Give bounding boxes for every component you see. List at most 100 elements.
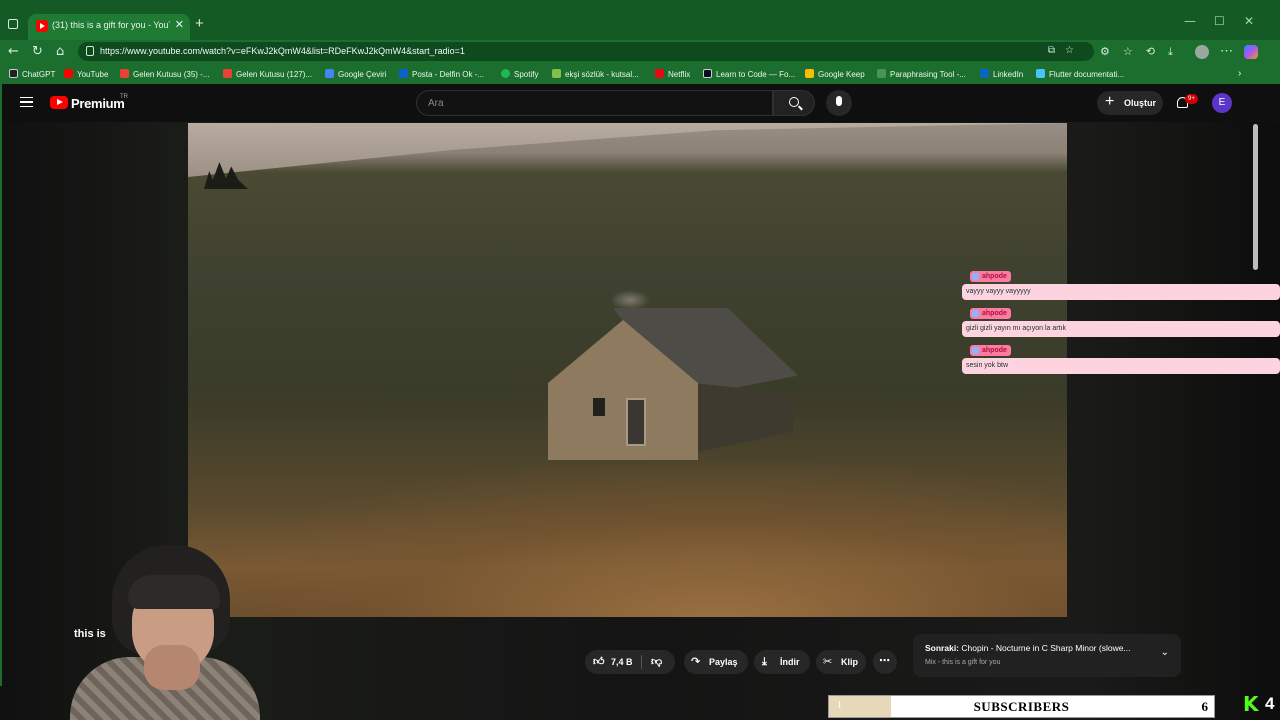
bookmark-item[interactable]: YouTube [64, 69, 108, 79]
menu-icon[interactable] [20, 97, 33, 107]
bookmark-item[interactable]: Gelen Kutusu (35) -... [120, 69, 209, 79]
search-icon [789, 97, 799, 107]
next-up-title: Sonraki: Chopin - Nocturne in C Sharp Mi… [925, 643, 1147, 653]
new-tab-button[interactable]: + [195, 15, 204, 32]
window-border [0, 84, 2, 686]
video-house-door [626, 398, 646, 446]
next-up-playlist: Mix - this is a gift for you [925, 659, 1001, 666]
bookmark-favicon-icon [552, 69, 561, 78]
download-icon: ⤓ [762, 655, 767, 668]
tab-bar [0, 10, 1280, 40]
bookmark-item[interactable]: Posta - Delfin Ok -... [399, 69, 484, 79]
clip-button[interactable]: ✂ Klip [816, 650, 866, 674]
video-field [188, 463, 1067, 617]
bookmark-favicon-icon [980, 69, 989, 78]
bookmark-item[interactable]: Learn to Code — Fo... [703, 69, 795, 79]
like-button[interactable]: 👍︎ [593, 655, 605, 668]
chat-text: gizli gizli yayın mı açıyon la artık [962, 321, 1280, 337]
omnibox-action-icons[interactable]: ⧉☆ [1048, 45, 1084, 56]
bookmark-item[interactable]: ekşi sözlük - kutsal... [552, 69, 639, 79]
kick-logo-icon: K [1243, 692, 1259, 716]
subscriber-goal-bar: 1 SUBSCRIBERS 6 [828, 695, 1215, 718]
like-count: 7,4 B [611, 657, 633, 667]
search-button[interactable] [773, 90, 815, 116]
more-actions-button[interactable]: ⋯ [873, 650, 897, 674]
extension-icons[interactable]: ⚙☆⟲⤓ [1100, 45, 1186, 59]
maximize-button[interactable]: ☐ [1214, 14, 1225, 28]
bookmark-favicon-icon [655, 69, 664, 78]
next-up-prefix: Sonraki: [925, 643, 960, 653]
youtube-wordmark[interactable]: Premium [71, 96, 125, 111]
bookmark-item[interactable]: Spotify [501, 69, 538, 79]
chat-text: vayyy vayyy vayyyyy [962, 284, 1280, 300]
screen: (31) this is a gift for you - YouTube ✕ … [0, 0, 1280, 720]
subscriber-goal-target: 6 [1201, 699, 1209, 714]
youtube-logo-icon[interactable] [50, 96, 68, 109]
url-input[interactable]: https://www.youtube.com/watch?v=eFKwJ2kQ… [78, 42, 1094, 61]
account-avatar[interactable]: E [1212, 93, 1232, 113]
bookmark-favicon-icon [501, 69, 510, 78]
search-input[interactable]: Ara [416, 90, 773, 116]
share-icon: ↷ [691, 655, 701, 668]
webcam-hair [128, 575, 220, 609]
bookmark-favicon-icon [877, 69, 886, 78]
copilot-icon[interactable] [1244, 45, 1258, 59]
chat-username: ahpode [970, 271, 1011, 282]
kick-viewer-count: 4 [1265, 694, 1275, 713]
download-button[interactable]: ⤓ İndir [754, 650, 810, 674]
region-code: TR [120, 94, 128, 100]
bookmark-item[interactable]: LinkedIn [980, 69, 1023, 79]
plus-icon: + [1105, 93, 1115, 110]
youtube-favicon-icon [36, 20, 48, 32]
next-up-card[interactable]: Sonraki: Chopin - Nocturne in C Sharp Mi… [913, 634, 1181, 677]
close-window-button[interactable]: ✕ [1244, 14, 1254, 28]
like-dislike-group: 👍︎ 7,4 B 👎︎ [585, 650, 675, 674]
bookmarks-overflow-icon[interactable]: › [1238, 68, 1241, 79]
bookmark-item[interactable]: Google Keep [805, 69, 865, 79]
minimize-button[interactable]: — [1184, 14, 1196, 28]
dislike-button[interactable]: 👎︎ [651, 655, 662, 668]
chat-text: sesin yok btw [962, 358, 1280, 374]
profile-icon[interactable] [1195, 45, 1209, 59]
tab-actions-icon[interactable] [8, 19, 18, 29]
search-placeholder: Ara [428, 98, 444, 109]
bookmark-item[interactable]: Google Çeviri [325, 69, 386, 79]
chevron-down-icon[interactable]: ⌄ [1161, 647, 1169, 658]
more-icon: ⋯ [879, 654, 890, 667]
tab-close-icon[interactable]: ✕ [175, 18, 184, 31]
browser-menu-icon[interactable]: ⋯ [1220, 43, 1233, 59]
like-divider [641, 655, 642, 669]
back-button[interactable]: ← [8, 44, 19, 59]
bookmark-item[interactable]: Flutter documentati... [1036, 69, 1124, 79]
webcam-hand [144, 645, 200, 690]
chat-username: ahpode [970, 345, 1011, 356]
video-house [548, 290, 798, 463]
next-up-video-title: Chopin - Nocturne in C Sharp Minor (slow… [961, 643, 1131, 653]
voice-search-button[interactable] [826, 90, 852, 116]
video-house-side [693, 383, 793, 453]
bookmark-favicon-icon [399, 69, 408, 78]
tab-youtube[interactable]: (31) this is a gift for you - YouTube ✕ [28, 14, 190, 40]
page-scrollbar[interactable] [1253, 124, 1258, 270]
bookmark-item[interactable]: Paraphrasing Tool -... [877, 69, 966, 79]
download-label: İndir [780, 657, 800, 667]
bookmark-item[interactable]: ChatGPT [9, 69, 55, 79]
video-sky [188, 123, 1067, 177]
video-player[interactable] [188, 123, 1067, 617]
reload-button[interactable]: ↻ [32, 44, 43, 59]
bookmark-favicon-icon [325, 69, 334, 78]
clip-label: Klip [841, 657, 858, 667]
site-info-icon[interactable] [86, 46, 94, 56]
share-label: Paylaş [709, 657, 738, 667]
share-button[interactable]: ↷ Paylaş [684, 650, 748, 674]
bookmark-favicon-icon [1036, 69, 1045, 78]
home-button[interactable]: ⌂ [56, 44, 64, 59]
create-button[interactable]: + Oluştur [1097, 91, 1163, 115]
notification-badge: 9+ [1185, 94, 1198, 104]
bookmark-favicon-icon [120, 69, 129, 78]
url-text: https://www.youtube.com/watch?v=eFKwJ2kQ… [100, 46, 465, 56]
bookmark-item[interactable]: Netflix [655, 69, 690, 79]
bookmark-item[interactable]: Gelen Kutusu (127)... [223, 69, 312, 79]
video-smoke [610, 290, 650, 310]
create-label: Oluştur [1124, 98, 1157, 108]
